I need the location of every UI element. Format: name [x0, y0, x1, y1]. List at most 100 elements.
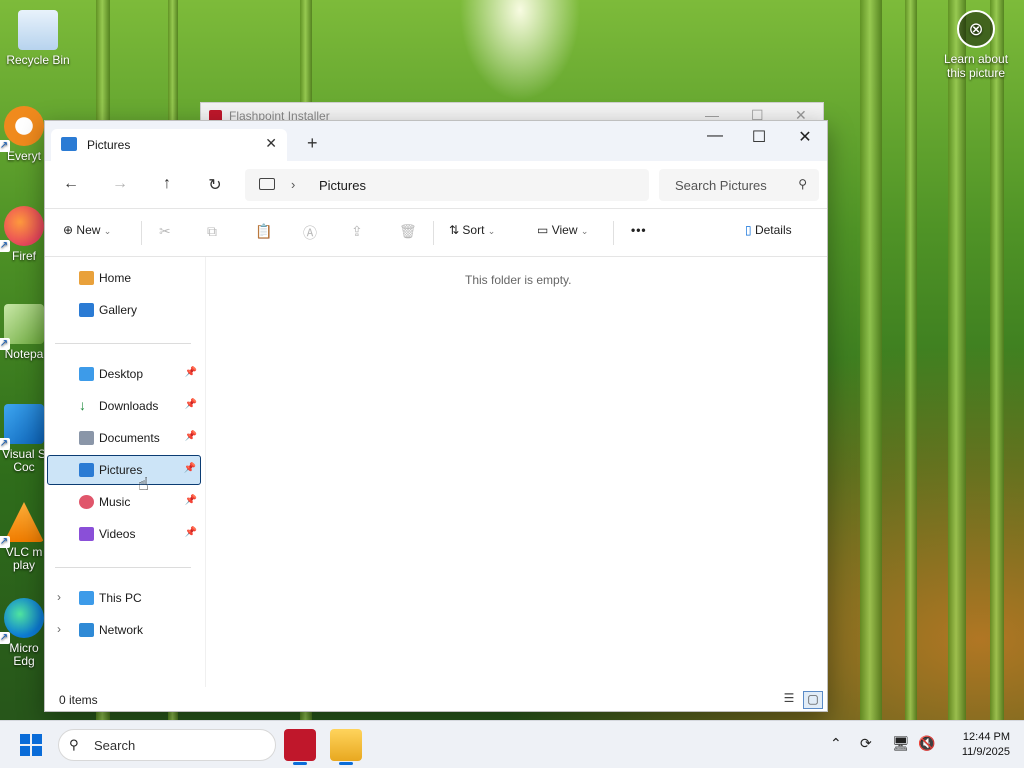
taskbar-search[interactable]: ⚲ Search [58, 729, 276, 761]
volume-muted-icon[interactable]: 🔇 [918, 735, 935, 752]
sort-label: Sort [462, 223, 485, 237]
pictures-folder-icon [61, 137, 77, 151]
nav-item-label: Gallery [99, 303, 138, 317]
minimize-button[interactable]: — [695, 127, 735, 145]
chevron-down-icon: ⌄ [103, 226, 112, 236]
nav-item-documents[interactable]: Documents 📌 [47, 423, 201, 453]
command-bar: ⊕ New ⌄ ✂ ⧉ 📋 Ⓐ ⇪ 🗑 ⇅ Sort ⌄ ▭ View ⌄ ••… [45, 209, 827, 257]
edge-icon [4, 598, 44, 638]
cut-icon[interactable]: ✂ [159, 223, 171, 240]
desktop-icon-label: play [12, 558, 35, 572]
view-button[interactable]: ▭ View ⌄ [537, 223, 588, 237]
pin-icon[interactable]: 📌 [185, 527, 197, 538]
pin-icon[interactable]: 📌 [185, 367, 197, 378]
desktop-icon-label: Notepa [4, 347, 44, 361]
tab-bar: Pictures ✕ + — ☐ ✕ [45, 121, 827, 161]
pane-splitter[interactable] [205, 257, 206, 687]
tab-label: Pictures [87, 138, 131, 152]
nav-item-label: Documents [99, 431, 160, 445]
network-status-icon[interactable]: 🖥 [892, 735, 910, 752]
bamboo-stalk [905, 0, 917, 720]
nav-item-home[interactable]: Home [47, 263, 201, 293]
divider [55, 567, 191, 568]
sort-button[interactable]: ⇅ Sort ⌄ [449, 223, 495, 237]
divider [141, 221, 142, 245]
empty-folder-message: This folder is empty. [465, 273, 572, 287]
details-label: Details [754, 223, 792, 237]
desktop-icon-label: Edg [13, 654, 35, 668]
details-view-icon[interactable]: ☰ [779, 691, 799, 709]
details-pane-icon: ▯ [745, 223, 752, 237]
close-tab-icon[interactable]: ✕ [265, 135, 277, 152]
chevron-right-icon[interactable]: › [57, 622, 61, 636]
pin-icon[interactable]: 📌 [185, 399, 197, 410]
nav-item-label: Desktop [99, 367, 144, 381]
tab-pictures[interactable]: Pictures ✕ [51, 129, 287, 161]
nav-item-desktop[interactable]: Desktop 📌 [47, 359, 201, 389]
back-button[interactable]: ← [60, 175, 82, 193]
taskbar-app-flashpoint[interactable] [284, 729, 316, 765]
chevron-right-icon[interactable]: › [57, 590, 61, 604]
share-icon[interactable]: ⇪ [351, 223, 363, 240]
time: 12:44 PM [962, 731, 1010, 743]
nav-item-music[interactable]: Music 📌 [47, 487, 201, 517]
shortcut-arrow-icon: ↗ [0, 338, 10, 350]
chevron-right-icon[interactable]: › [291, 177, 295, 192]
this-pc-icon [259, 178, 275, 190]
pictures-icon [79, 463, 94, 477]
taskbar-search-placeholder: Search [94, 738, 136, 753]
forward-button[interactable]: → [109, 175, 131, 193]
rename-icon[interactable]: Ⓐ [303, 223, 317, 243]
up-button[interactable]: ↑ [156, 175, 178, 193]
large-icons-view-icon[interactable]: ▢ [803, 691, 823, 709]
learn-about-picture[interactable]: ⊗ Learn about this picture [940, 10, 1012, 80]
sort-icon: ⇅ [449, 223, 460, 237]
videos-icon [79, 527, 94, 541]
music-icon [79, 495, 94, 509]
breadcrumb[interactable]: Pictures [319, 178, 366, 193]
paste-icon[interactable]: 📋 [255, 223, 272, 240]
pin-icon[interactable]: 📌 [185, 495, 197, 506]
desktop-icon-label: Recycle Bin [6, 53, 70, 67]
nav-item-network[interactable]: › Network [47, 615, 201, 645]
maximize-button[interactable]: ☐ [739, 127, 779, 147]
copy-icon[interactable]: ⧉ [207, 223, 217, 240]
taskbar-app-file-explorer[interactable] [330, 729, 362, 765]
shortcut-arrow-icon: ↗ [0, 240, 10, 252]
delete-icon[interactable]: 🗑 [399, 223, 417, 240]
pin-icon[interactable]: 📌 [185, 431, 197, 442]
clock[interactable]: 12:44 PM 11/9/2025 [944, 730, 1010, 760]
address-bar[interactable]: › Pictures [245, 169, 649, 201]
new-tab-button[interactable]: + [307, 133, 318, 154]
more-options-button[interactable]: ••• [631, 223, 647, 237]
pin-icon[interactable]: 📌 [184, 463, 196, 474]
nav-item-pictures[interactable]: Pictures 📌 [47, 455, 201, 485]
view-label: View [551, 223, 578, 237]
spotlight-label: Learn about [943, 52, 1009, 66]
nav-item-downloads[interactable]: ↓ Downloads 📌 [47, 391, 201, 421]
taskbar: ⚲ Search ⌃ ⟳ 🖥 🔇 12:44 PM 11/9/2025 [0, 720, 1024, 768]
running-indicator [339, 762, 353, 765]
search-input[interactable]: Search Pictures ⚲ [659, 169, 819, 201]
documents-icon [79, 431, 94, 445]
desktop-icon-recycle-bin[interactable]: Recycle Bin [0, 10, 76, 67]
details-button[interactable]: ▯ Details [745, 223, 792, 237]
nav-item-label: Network [99, 623, 144, 637]
new-button[interactable]: ⊕ New ⌄ [63, 223, 111, 237]
nav-item-gallery[interactable]: Gallery [47, 295, 201, 325]
nav-item-videos[interactable]: Videos 📌 [47, 519, 201, 549]
sync-icon[interactable]: ⟳ [860, 735, 872, 752]
desktop-icon-label: Firef [12, 249, 36, 263]
view-icon: ▭ [537, 223, 549, 237]
desktop-icon-label: Everyt [6, 149, 41, 163]
nav-item-label: Downloads [99, 399, 159, 413]
date: 11/9/2025 [961, 746, 1010, 758]
vscode-icon [4, 404, 44, 444]
nav-item-label: Music [99, 495, 131, 509]
address-toolbar: ← → ↑ ↻ › Pictures Search Pictures ⚲ [45, 161, 827, 209]
start-button[interactable] [20, 734, 42, 756]
refresh-button[interactable]: ↻ [204, 175, 226, 195]
close-button[interactable]: ✕ [785, 127, 825, 147]
nav-item-this-pc[interactable]: › This PC [47, 583, 201, 613]
show-hidden-icons-icon[interactable]: ⌃ [830, 735, 842, 752]
